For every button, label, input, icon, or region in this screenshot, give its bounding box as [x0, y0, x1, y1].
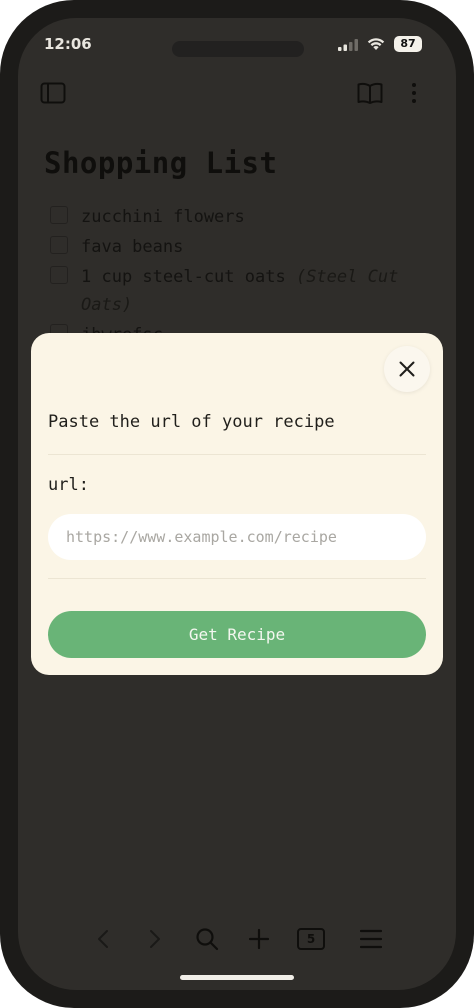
- item-checkbox[interactable]: [50, 206, 68, 224]
- item-checkbox[interactable]: [50, 266, 68, 284]
- url-label: url:: [48, 475, 89, 495]
- tabs-button[interactable]: 5: [297, 928, 325, 950]
- list-item: fava beans: [50, 232, 430, 262]
- list-item: zucchini flowers: [50, 202, 430, 232]
- item-checkbox[interactable]: [50, 236, 68, 254]
- home-indicator[interactable]: [180, 975, 294, 980]
- page-title: Shopping List: [44, 146, 278, 180]
- plus-icon[interactable]: [249, 928, 269, 950]
- divider: [48, 454, 426, 455]
- dynamic-island: [172, 41, 304, 57]
- list-item: 1 cup steel-cut oats (Steel Cut Oats): [50, 262, 430, 320]
- get-recipe-button[interactable]: Get Recipe: [48, 611, 426, 658]
- shopping-list: zucchini flowers fava beans 1 cup steel-…: [50, 202, 430, 350]
- item-text-with-note: 1 cup steel-cut oats (Steel Cut Oats): [81, 263, 426, 319]
- more-vertical-icon[interactable]: [410, 82, 418, 104]
- import-recipe-dialog: Paste the url of your recipe url: Get Re…: [31, 333, 443, 675]
- back-icon[interactable]: [96, 928, 110, 950]
- bottom-toolbar: 5: [18, 918, 456, 962]
- search-icon[interactable]: [195, 927, 219, 951]
- cellular-signal-icon: [338, 39, 358, 51]
- phone-frame: 12:06 87 Shopping List zucchini flowers …: [0, 0, 474, 1008]
- battery-indicator: 87: [394, 36, 422, 52]
- url-input[interactable]: [48, 514, 426, 560]
- wifi-icon: [367, 38, 385, 50]
- sidebar-toggle-icon[interactable]: [40, 82, 66, 104]
- item-text: fava beans: [81, 237, 184, 257]
- dialog-heading: Paste the url of your recipe: [48, 412, 335, 432]
- status-bar: 12:06 87: [18, 18, 456, 72]
- book-open-icon[interactable]: [357, 81, 383, 105]
- item-text: zucchini flowers: [81, 207, 245, 227]
- status-time: 12:06: [44, 35, 92, 53]
- close-button[interactable]: [384, 346, 430, 392]
- close-icon: [399, 361, 415, 377]
- divider: [48, 578, 426, 579]
- menu-icon[interactable]: [360, 928, 382, 950]
- app-screen: 12:06 87 Shopping List zucchini flowers …: [18, 18, 456, 990]
- item-text: 1 cup steel-cut oats: [81, 267, 286, 287]
- forward-icon[interactable]: [148, 928, 162, 950]
